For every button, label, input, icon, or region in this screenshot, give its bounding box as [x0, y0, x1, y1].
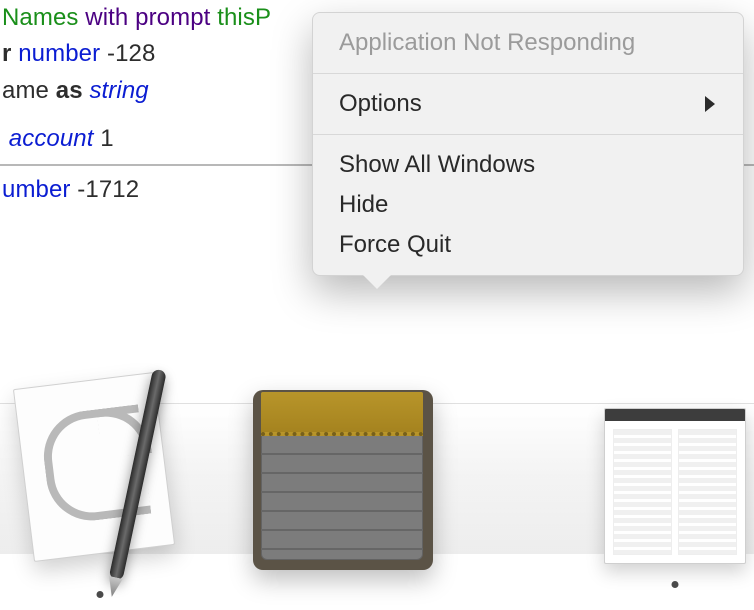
dock-item-preview-document[interactable]	[600, 394, 750, 564]
code-token: -128	[100, 40, 155, 67]
dock-item-notes[interactable]	[232, 354, 452, 574]
menu-item-label: Hide	[339, 191, 388, 219]
menu-item-app-not-responding: Application Not Responding	[313, 23, 743, 63]
code-token: thisP	[210, 4, 271, 31]
code-token: string	[83, 77, 149, 104]
menu-item-options[interactable]: Options	[313, 84, 743, 124]
dock	[0, 360, 754, 610]
code-token: ame	[2, 77, 56, 104]
preview-document-icon	[604, 408, 746, 564]
submenu-arrow-icon	[703, 95, 717, 113]
menu-item-show-all-windows[interactable]: Show All Windows	[313, 145, 743, 185]
code-token: umber	[2, 176, 71, 203]
menu-item-label: Application Not Responding	[339, 29, 635, 57]
menu-item-label: Force Quit	[339, 231, 451, 259]
code-token: Names	[2, 4, 85, 31]
dock-running-indicator	[672, 581, 679, 588]
menu-item-label: Options	[339, 90, 422, 118]
dock-running-indicator	[97, 591, 104, 598]
script-editor-icon	[5, 374, 195, 574]
menu-item-label: Show All Windows	[339, 151, 535, 179]
menu-item-hide[interactable]: Hide	[313, 185, 743, 225]
code-token: as	[56, 77, 83, 104]
code-token: with prompt	[85, 4, 210, 31]
code-token: -1712	[71, 176, 140, 203]
dock-context-menu: Application Not Responding Options Show …	[312, 12, 744, 276]
code-token: number	[11, 40, 100, 67]
notes-icon	[247, 384, 437, 574]
code-token: account	[2, 125, 94, 152]
menu-item-force-quit[interactable]: Force Quit	[313, 225, 743, 265]
code-token: 1	[94, 125, 114, 152]
dock-item-script-editor[interactable]	[0, 354, 210, 574]
